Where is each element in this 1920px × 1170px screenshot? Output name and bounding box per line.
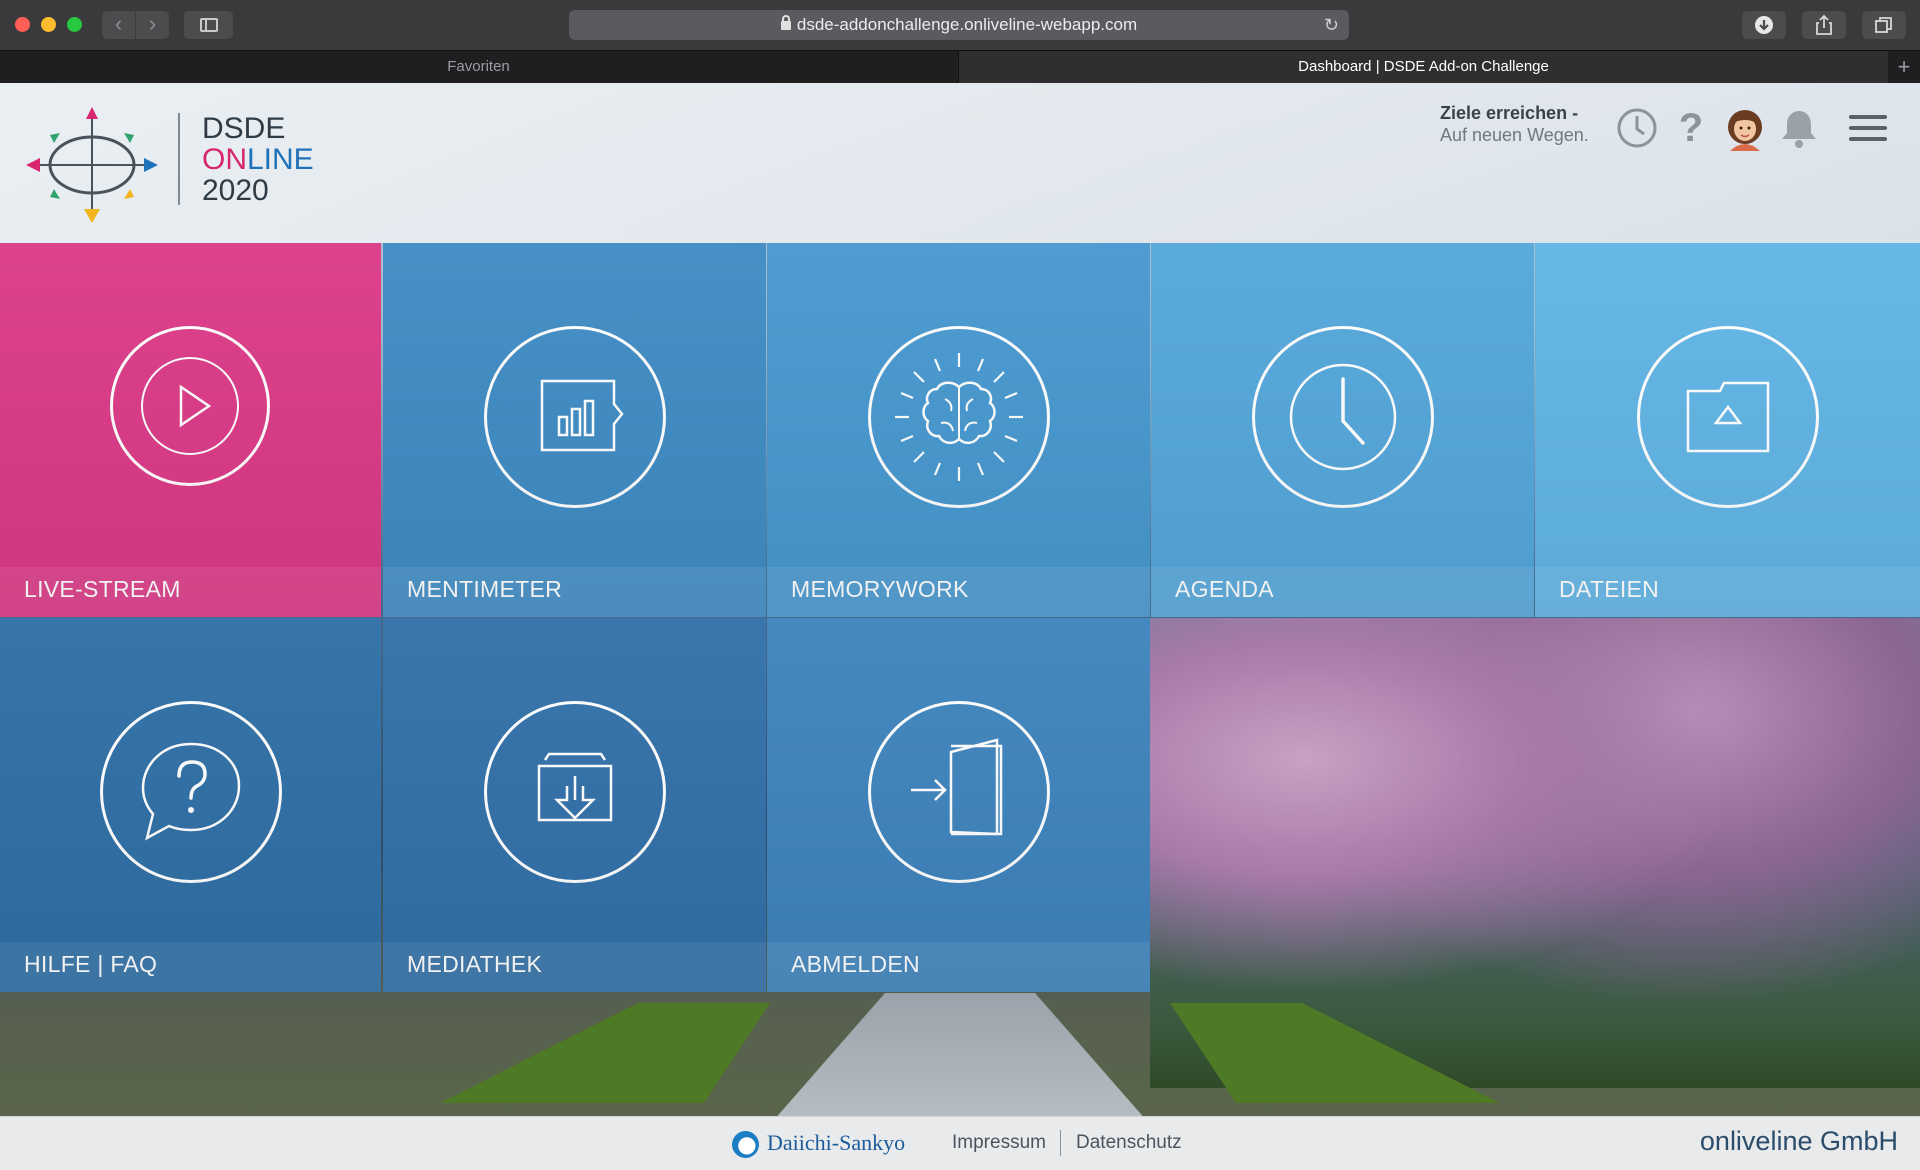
brand-wordmark: DSDE ONLINE 2020 bbox=[202, 113, 314, 206]
dashboard-tiles: LIVE-STREAM MENTIMETER MEMORYWORK AGENDA… bbox=[0, 243, 1920, 992]
reload-icon[interactable]: ↻ bbox=[1324, 10, 1339, 40]
tile-mediathek[interactable]: MEDIATHEK bbox=[383, 618, 766, 992]
dsde-logo-icon[interactable] bbox=[20, 105, 165, 230]
chart-icon bbox=[540, 379, 624, 452]
browser-titlebar: ‹ › dsde-addonchallenge.onliveline-webap… bbox=[0, 0, 1920, 50]
menu-icon[interactable] bbox=[1845, 105, 1891, 151]
web-page: DSDE ONLINE 2020 Ziele erreichen - Auf n… bbox=[0, 83, 1920, 1170]
tile-circle bbox=[483, 326, 666, 508]
clock-icon[interactable] bbox=[1614, 105, 1660, 151]
footer-divider bbox=[1060, 1130, 1061, 1156]
tile-circle bbox=[483, 701, 666, 883]
tile-circle bbox=[1636, 326, 1819, 508]
tile-circle bbox=[99, 701, 282, 883]
url-text: dsde-addonchallenge.onliveline-webapp.co… bbox=[796, 15, 1138, 34]
slogan-subtitle: Auf neuen Wegen. bbox=[1440, 125, 1589, 145]
sidebar-icon bbox=[200, 18, 218, 32]
tab-bar: Favoriten Dashboard | DSDE Add-on Challe… bbox=[0, 50, 1920, 83]
tabs-icon bbox=[1875, 17, 1892, 33]
folder-icon bbox=[1686, 381, 1769, 453]
tile-mentimeter[interactable]: MENTIMETER bbox=[383, 243, 766, 617]
tab-favoriten[interactable]: Favoriten bbox=[0, 51, 957, 83]
tab-dashboard[interactable]: Dashboard | DSDE Add-on Challenge bbox=[958, 51, 1888, 83]
tile-label: LIVE-STREAM bbox=[24, 576, 181, 602]
slogan-title: Ziele erreichen - bbox=[1440, 103, 1579, 123]
slogan: Ziele erreichen - Auf neuen Wegen. bbox=[1440, 102, 1589, 146]
tile-label: HILFE | FAQ bbox=[24, 951, 158, 977]
archive-icon bbox=[537, 752, 612, 822]
tile-label: AGENDA bbox=[1175, 576, 1274, 602]
avatar[interactable] bbox=[1722, 105, 1768, 151]
datenschutz-link[interactable]: Datenschutz bbox=[1076, 1132, 1182, 1154]
tile-agenda[interactable]: AGENDA bbox=[1151, 243, 1534, 617]
question-bubble-icon bbox=[141, 742, 240, 841]
brand-line-3: 2020 bbox=[202, 174, 269, 207]
tile-abmelden[interactable]: ABMELDEN bbox=[767, 618, 1150, 992]
brand-line-2: ONLINE bbox=[202, 144, 314, 175]
clock-icon bbox=[1289, 363, 1396, 471]
page-header: DSDE ONLINE 2020 Ziele erreichen - Auf n… bbox=[0, 83, 1920, 243]
brain-icon bbox=[894, 353, 1023, 481]
tile-memorywork[interactable]: MEMORYWORK bbox=[767, 243, 1150, 617]
maximize-window-button[interactable] bbox=[67, 17, 82, 32]
close-window-button[interactable] bbox=[15, 17, 30, 32]
share-icon bbox=[1816, 14, 1832, 35]
play-icon bbox=[141, 357, 239, 455]
share-button[interactable] bbox=[1802, 11, 1846, 39]
tile-dateien[interactable]: DATEIEN bbox=[1535, 243, 1920, 617]
tile-label: DATEIEN bbox=[1559, 576, 1660, 602]
logout-door-icon bbox=[910, 738, 1002, 836]
tile-circle bbox=[1251, 326, 1434, 508]
forward-button[interactable]: › bbox=[136, 11, 169, 39]
impressum-link[interactable]: Impressum bbox=[952, 1132, 1046, 1154]
tile-label: MEMORYWORK bbox=[791, 576, 969, 602]
tile-circle bbox=[110, 326, 270, 486]
minimize-window-button[interactable] bbox=[41, 17, 56, 32]
daiichi-sankyo-mark-icon bbox=[732, 1131, 759, 1158]
address-bar[interactable]: dsde-addonchallenge.onliveline-webapp.co… bbox=[569, 10, 1349, 40]
tile-label: MEDIATHEK bbox=[407, 951, 543, 977]
tile-label: MENTIMETER bbox=[407, 576, 563, 602]
brand-line-1: DSDE bbox=[202, 112, 286, 145]
page-footer: Daiichi-Sankyo Impressum Datenschutz onl… bbox=[0, 1116, 1920, 1170]
help-icon[interactable]: ? bbox=[1668, 105, 1714, 151]
tile-label: ABMELDEN bbox=[791, 951, 920, 977]
tile-hilfe-faq[interactable]: HILFE | FAQ bbox=[0, 618, 381, 992]
back-button[interactable]: ‹ bbox=[102, 11, 135, 39]
tile-circle bbox=[867, 326, 1050, 508]
tile-live-stream[interactable]: LIVE-STREAM bbox=[0, 243, 381, 617]
logo-divider bbox=[178, 113, 180, 205]
download-icon bbox=[1755, 16, 1773, 34]
brand-on: ON bbox=[202, 143, 247, 176]
tab-overview-button[interactable] bbox=[1862, 11, 1906, 39]
new-tab-button[interactable]: + bbox=[1888, 51, 1920, 83]
bell-icon[interactable] bbox=[1776, 105, 1822, 151]
sidebar-toggle-button[interactable] bbox=[184, 11, 233, 39]
brand-line: LINE bbox=[247, 143, 314, 176]
tile-circle bbox=[867, 701, 1050, 883]
lock-icon bbox=[780, 15, 791, 30]
downloads-button[interactable] bbox=[1742, 11, 1786, 39]
company-name: onliveline GmbH bbox=[1699, 1126, 1898, 1156]
partner-name: Daiichi-Sankyo bbox=[767, 1130, 906, 1155]
